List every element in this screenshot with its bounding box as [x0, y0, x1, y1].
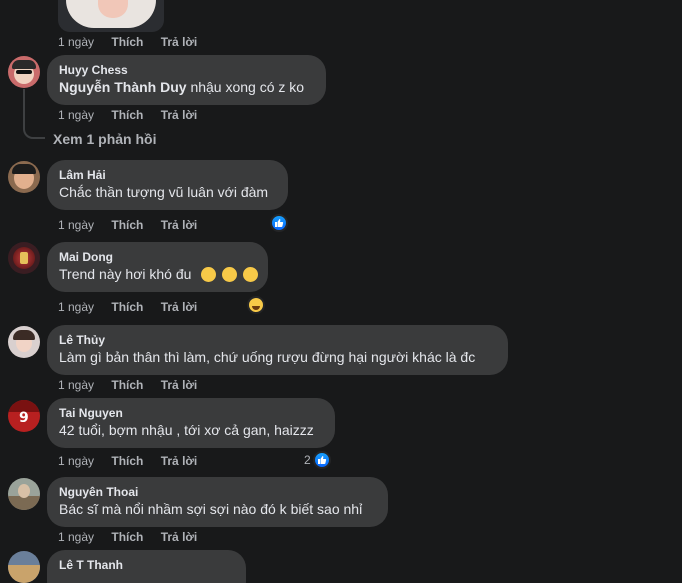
time-link[interactable]: 1 ngày [58, 530, 94, 544]
reply-link[interactable]: Trả lời [161, 108, 198, 122]
comment-actions: 1 ngày Thích Trả lời [58, 378, 211, 392]
comment-bubble: Lê T Thanh [47, 550, 246, 583]
reply-link[interactable]: Trả lời [161, 218, 198, 232]
comment-actions: 1 ngày Thích Trả lời [58, 35, 211, 49]
comment-text: Làm gì bản thân thì làm, chứ uống rượu đ… [59, 349, 476, 365]
reply-link[interactable]: Trả lời [161, 454, 198, 468]
comment-author[interactable]: Tai Nguyen [59, 405, 323, 421]
comment-bubble: Mai Dong Trend này hơi khó đu [47, 242, 268, 292]
comment-bubble: Huyy Chess Nguyễn Thành Duy nhậu xong có… [47, 55, 326, 105]
mention-tag[interactable]: Nguyễn Thành Duy [59, 79, 187, 95]
comment-text: Chắc thần tượng vũ luân với đàm [59, 184, 269, 200]
comment-actions: 1 ngày Thích Trả lời [58, 454, 211, 468]
like-link[interactable]: Thích [111, 378, 143, 392]
reaction-summary[interactable] [270, 214, 288, 232]
time-link[interactable]: 1 ngày [58, 454, 94, 468]
reply-link[interactable]: Trả lời [161, 530, 198, 544]
reaction-summary[interactable] [247, 296, 265, 314]
time-link[interactable]: 1 ngày [58, 108, 94, 122]
comment-bubble: Lê Thủy Làm gì bản thân thì làm, chứ uốn… [47, 325, 508, 375]
avatar[interactable] [8, 326, 40, 358]
attached-image[interactable] [58, 0, 164, 32]
like-reaction-icon [312, 451, 331, 469]
avatar[interactable] [8, 242, 40, 274]
comment-actions: 1 ngày Thích Trả lời [58, 218, 211, 232]
avatar[interactable] [8, 478, 40, 510]
comment-author[interactable]: Nguyên Thoai [59, 484, 376, 500]
comment-text: 42 tuổi, bợm nhậu , tới xơ cả gan, haizz… [59, 422, 314, 438]
avatar[interactable] [8, 551, 40, 583]
comment-author[interactable]: Huyy Chess [59, 62, 314, 78]
like-link[interactable]: Thích [111, 454, 143, 468]
comment-actions: 1 ngày Thích Trả lời [58, 530, 211, 544]
like-reaction-icon [270, 214, 288, 232]
comment-actions: 1 ngày Thích Trả lời [58, 108, 211, 122]
reaction-count: 2 [304, 453, 311, 467]
reply-link[interactable]: Trả lời [161, 378, 198, 392]
comment-author[interactable]: Lâm Hải [59, 167, 276, 183]
grinning-sweat-emoji-icon [243, 267, 259, 282]
time-link[interactable]: 1 ngày [58, 378, 94, 392]
time-link[interactable]: 1 ngày [58, 300, 94, 314]
time-link[interactable]: 1 ngày [58, 35, 94, 49]
like-link[interactable]: Thích [111, 300, 143, 314]
comment-author[interactable]: Lê T Thanh [59, 557, 234, 573]
comment-text: Nguyễn Thành Duy nhậu xong có z ko [59, 79, 305, 95]
reaction-summary[interactable]: 2 [304, 451, 331, 469]
comment-text: Trend này hơi khó đu [59, 265, 259, 284]
like-link[interactable]: Thích [111, 530, 143, 544]
laughing-tears-emoji-icon [222, 267, 238, 282]
reply-link[interactable]: Trả lời [161, 35, 198, 49]
avatar[interactable]: 9 [8, 400, 40, 432]
comment-bubble: Nguyên Thoai Bác sĩ mà nổi nhầm sợi sợi … [47, 477, 388, 527]
thread-line [23, 89, 45, 139]
avatar[interactable] [8, 56, 40, 88]
comment-bubble: Lâm Hải Chắc thần tượng vũ luân với đàm [47, 160, 288, 210]
like-link[interactable]: Thích [111, 35, 143, 49]
comment-author[interactable]: Mai Dong [59, 249, 256, 265]
comment-actions: 1 ngày Thích Trả lời [58, 300, 211, 314]
avatar[interactable] [8, 161, 40, 193]
comment-text: Bác sĩ mà nổi nhầm sợi sợi nào đó k biết… [59, 501, 363, 517]
like-link[interactable]: Thích [111, 108, 143, 122]
comment-bubble: Tai Nguyen 42 tuổi, bợm nhậu , tới xơ cả… [47, 398, 335, 448]
haha-reaction-icon [247, 296, 265, 314]
comment-author[interactable]: Lê Thủy [59, 332, 496, 348]
like-link[interactable]: Thích [111, 218, 143, 232]
view-replies-link[interactable]: Xem 1 phản hồi [53, 131, 156, 147]
rolling-laugh-emoji-icon [201, 267, 217, 282]
reply-link[interactable]: Trả lời [161, 300, 198, 314]
time-link[interactable]: 1 ngày [58, 218, 94, 232]
